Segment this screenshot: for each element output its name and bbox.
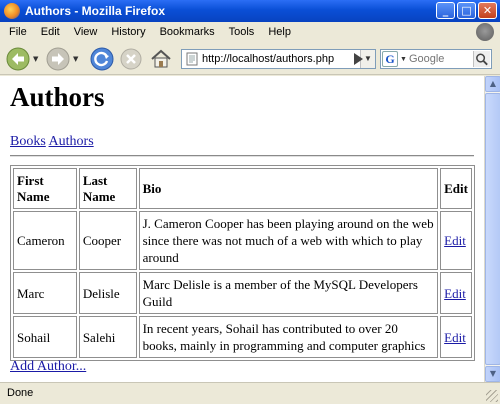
menu-view[interactable]: View [67, 26, 105, 38]
first-name-cell: Marc [13, 272, 77, 314]
resize-grip-icon[interactable] [486, 390, 498, 402]
window-title: Authors - Mozilla Firefox [25, 4, 166, 18]
last-name-cell: Salehi [78, 316, 137, 358]
address-bar[interactable]: http://localhost/authors.php ▼ [181, 49, 376, 69]
table-row: Cameron Cooper J. Cameron Cooper has bee… [13, 211, 472, 270]
menu-bar: File Edit View History Bookmarks Tools H… [0, 22, 500, 42]
edit-cell: Edit [440, 316, 472, 358]
forward-arrow-icon[interactable] [46, 47, 70, 71]
page-nav: Books Authors [10, 134, 94, 150]
edit-link[interactable]: Edit [444, 233, 466, 248]
url-text: http://localhost/authors.php [202, 53, 335, 65]
first-name-cell: Cameron [13, 211, 77, 270]
status-bar: Done [0, 382, 500, 404]
search-input[interactable] [408, 53, 471, 65]
bio-cell: J. Cameron Cooper has been playing aroun… [138, 211, 439, 270]
home-icon[interactable] [149, 47, 173, 71]
column-header-edit: Edit [440, 168, 472, 209]
authors-table: First Name Last Name Bio Edit Cameron Co… [10, 165, 475, 361]
search-engine-dropdown-icon[interactable]: ▼ [400, 56, 407, 63]
scroll-up-arrow-icon[interactable]: ▲ [485, 76, 500, 92]
firefox-icon [4, 3, 20, 19]
google-icon[interactable]: G [382, 51, 398, 67]
edit-cell: Edit [440, 211, 472, 270]
edit-cell: Edit [440, 272, 472, 314]
first-name-cell: Sohail [13, 316, 77, 358]
go-arrow-icon[interactable] [350, 51, 366, 67]
menu-help[interactable]: Help [261, 26, 298, 38]
bio-cell: In recent years, Sohail has contributed … [138, 316, 439, 358]
back-arrow-icon[interactable] [6, 47, 30, 71]
scroll-down-arrow-icon[interactable]: ▼ [485, 366, 500, 382]
table-row: Sohail Salehi In recent years, Sohail ha… [13, 316, 472, 358]
close-button[interactable]: ✕ [478, 2, 497, 19]
search-icon[interactable] [473, 51, 490, 67]
column-header-first-name: First Name [13, 168, 77, 209]
window-controls: _ □ ✕ [436, 2, 497, 19]
column-header-bio: Bio [138, 168, 439, 209]
menu-edit[interactable]: Edit [34, 26, 67, 38]
column-header-last-name: Last Name [78, 168, 137, 209]
status-text: Done [7, 387, 34, 399]
add-author-link[interactable]: Add Author... [10, 359, 86, 375]
edit-link[interactable]: Edit [444, 286, 466, 301]
last-name-cell: Delisle [78, 272, 137, 314]
reload-icon[interactable] [90, 47, 114, 71]
menu-tools[interactable]: Tools [222, 26, 262, 38]
page-content: Authors Books Authors First Name Last Na… [0, 76, 484, 382]
menu-bookmarks[interactable]: Bookmarks [153, 26, 222, 38]
stop-icon[interactable] [119, 47, 143, 71]
forward-history-dropdown-icon[interactable]: ▼ [73, 55, 78, 63]
minimize-button[interactable]: _ [436, 2, 455, 19]
scrollbar-thumb[interactable] [485, 93, 500, 365]
menu-history[interactable]: History [104, 26, 152, 38]
authors-link[interactable]: Authors [49, 134, 94, 149]
menu-file[interactable]: File [0, 26, 34, 38]
back-history-dropdown-icon[interactable]: ▼ [33, 55, 38, 63]
search-bar[interactable]: G ▼ [380, 49, 492, 69]
last-name-cell: Cooper [78, 211, 137, 270]
navigation-toolbar: ▼ ▼ http://localhost/authors.php ▼ G ▼ [0, 42, 500, 75]
page-title: Authors [10, 82, 105, 112]
edit-link[interactable]: Edit [444, 330, 466, 345]
vertical-scrollbar[interactable]: ▲ ▼ [484, 76, 500, 382]
title-bar: Authors - Mozilla Firefox _ □ ✕ [0, 0, 500, 22]
page-icon [186, 52, 198, 66]
table-row: Marc Delisle Marc Delisle is a member of… [13, 272, 472, 314]
maximize-button[interactable]: □ [457, 2, 476, 19]
divider [10, 155, 474, 157]
throbber-icon [476, 23, 494, 41]
bio-cell: Marc Delisle is a member of the MySQL De… [138, 272, 439, 314]
table-header-row: First Name Last Name Bio Edit [13, 168, 472, 209]
books-link[interactable]: Books [10, 134, 46, 149]
